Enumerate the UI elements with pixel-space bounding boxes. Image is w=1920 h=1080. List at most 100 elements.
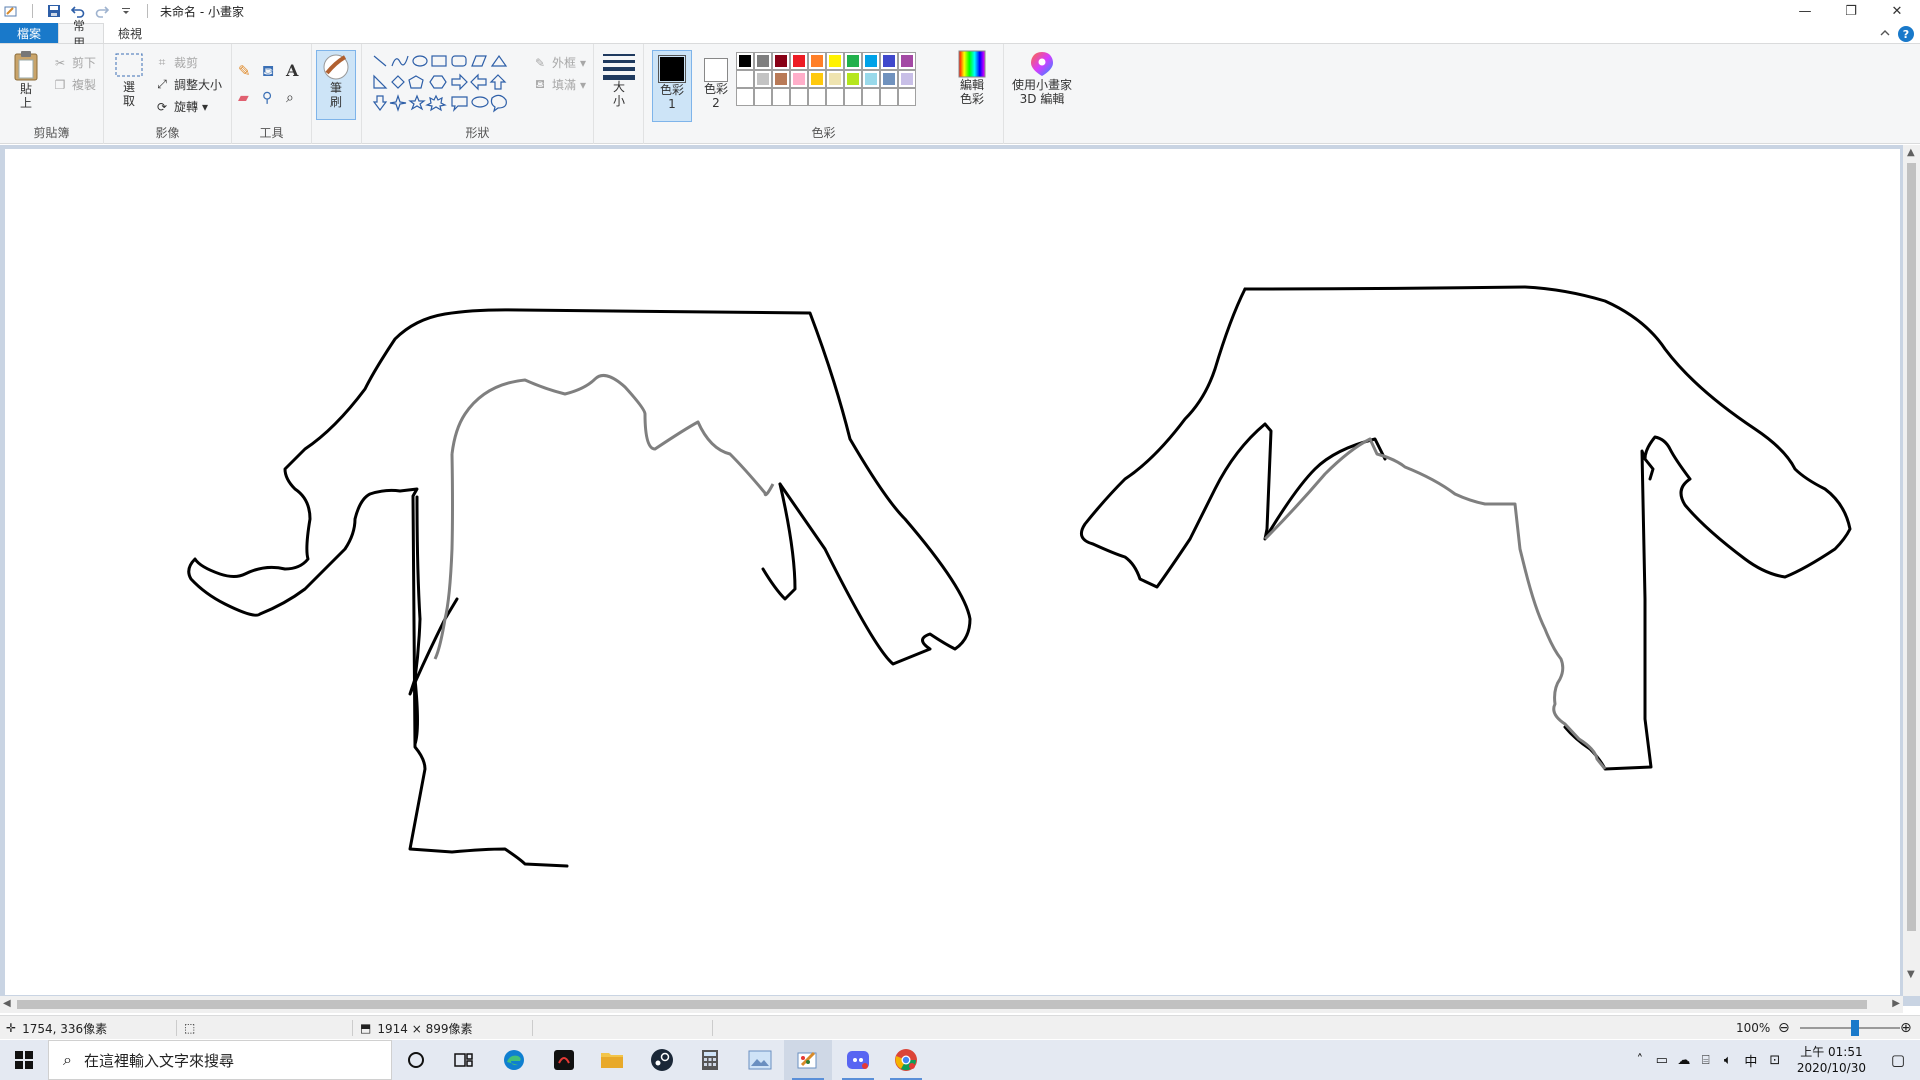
battery-icon[interactable]: ▭ [1651,1053,1673,1068]
palette-swatch[interactable] [772,52,790,70]
palette-empty-swatch[interactable] [808,88,826,106]
eraser-icon[interactable]: ▰ [238,90,249,106]
file-explorer-icon[interactable] [588,1040,636,1080]
size-button[interactable]: 大小 [602,52,636,108]
palette-empty-swatch[interactable] [754,88,772,106]
vertical-scroll-thumb[interactable] [1907,163,1916,931]
start-button[interactable] [0,1040,48,1080]
palette-swatch[interactable] [880,70,898,88]
color1-button[interactable]: 色彩 1 [652,50,692,122]
resize-button[interactable]: ⤢ 調整大小 [154,76,222,93]
scroll-down-icon[interactable]: ▼ [1907,969,1915,980]
palette-swatch[interactable] [880,52,898,70]
palette-swatch[interactable] [790,52,808,70]
input-method-indicator[interactable]: 中 [1739,1051,1763,1070]
edit-colors-button[interactable]: 編輯色彩 [956,50,988,106]
taskbar-search[interactable]: ⌕ 在這裡輸入文字來搜尋 [48,1040,392,1080]
zoom-slider-thumb[interactable] [1851,1020,1859,1036]
discord-icon[interactable] [834,1040,882,1080]
select-button[interactable]: 選取 [112,50,146,108]
show-hidden-icons-icon[interactable]: ˄ [1629,1053,1651,1068]
vertical-scrollbar[interactable]: ▲ ▼ [1903,145,1920,996]
customize-qat-icon[interactable] [117,2,135,20]
palette-empty-swatch[interactable] [772,88,790,106]
palette-empty-swatch[interactable] [898,88,916,106]
rotate-button[interactable]: ⟳ 旋轉 ▾ [154,98,208,115]
color2-button[interactable]: 色彩 2 [698,50,734,122]
palette-empty-swatch[interactable] [862,88,880,106]
palette-empty-swatch[interactable] [880,88,898,106]
tab-view[interactable]: 檢視 [104,23,156,43]
redo-icon[interactable] [93,2,111,20]
palette-swatch[interactable] [898,70,916,88]
pencil-icon[interactable]: ✎ [238,62,251,80]
palette-swatch[interactable] [898,52,916,70]
color-picker-icon[interactable]: ⚲ [262,90,272,106]
photos-icon[interactable] [736,1040,784,1080]
scroll-left-icon[interactable]: ◀ [3,998,11,1009]
paint-taskbar-icon[interactable] [784,1040,832,1080]
zoom-out-icon[interactable]: ⊖ [1778,1016,1790,1040]
palette-swatch[interactable] [862,70,880,88]
collapse-ribbon-icon[interactable] [1880,27,1890,41]
help-icon[interactable]: ? [1898,26,1914,42]
network-icon[interactable]: ⌸ [1695,1053,1717,1068]
palette-empty-swatch[interactable] [790,88,808,106]
horizontal-scrollbar[interactable]: ◀ ▶ [0,996,1903,1013]
paint-app-icon[interactable] [2,2,20,20]
palette-swatch[interactable] [844,70,862,88]
minimize-button[interactable]: — [1782,0,1828,22]
drawing-canvas[interactable] [5,149,1900,995]
palette-swatch[interactable] [790,70,808,88]
tab-home[interactable]: 常用 [58,19,104,50]
palette-swatch[interactable] [826,70,844,88]
tab-file[interactable]: 檔案 [0,23,58,43]
edge-browser-icon[interactable] [490,1040,538,1080]
palette-swatch[interactable] [754,52,772,70]
steam-icon[interactable] [638,1040,686,1080]
paste-icon [14,51,38,81]
ime-mode-icon[interactable]: ⊡ [1763,1053,1787,1068]
paste-button[interactable]: 貼上 [12,50,40,110]
calculator-icon[interactable] [686,1040,734,1080]
palette-empty-swatch[interactable] [736,88,754,106]
palette-swatch[interactable] [754,70,772,88]
brushes-button[interactable]: 筆刷 [316,50,356,120]
cut-button[interactable]: ✂ 剪下 [52,54,96,71]
paint3d-button[interactable]: 使用小畫家 3D 編輯 [1008,50,1076,106]
palette-swatch[interactable] [862,52,880,70]
close-button[interactable]: ✕ [1874,0,1920,22]
horizontal-scroll-thumb[interactable] [17,1000,1867,1009]
copy-button[interactable]: ❐ 複製 [52,76,96,93]
zoom-slider[interactable] [1800,1027,1900,1029]
volume-icon[interactable]: 🔈︎ [1717,1053,1739,1068]
chrome-icon[interactable] [882,1040,930,1080]
palette-swatch[interactable] [844,52,862,70]
notifications-icon[interactable]: ▢ [1876,1051,1920,1069]
outline-button[interactable]: ✎ 外框 ▾ [532,54,586,71]
onedrive-icon[interactable]: ☁ [1673,1053,1695,1068]
magnifier-icon[interactable]: ⌕ [286,90,294,106]
shapes-gallery[interactable] [372,54,524,118]
palette-empty-swatch[interactable] [826,88,844,106]
palette-swatch[interactable] [736,52,754,70]
text-tool-icon[interactable]: A [286,61,298,80]
palette-swatch[interactable] [772,70,790,88]
scroll-up-icon[interactable]: ▲ [1907,147,1915,158]
palette-swatch[interactable] [736,70,754,88]
palette-swatch[interactable] [826,52,844,70]
fill-bucket-icon[interactable]: ⛾ [262,62,274,82]
palette-swatch[interactable] [808,52,826,70]
fill-button[interactable]: ⛾ 填滿 ▾ [532,76,586,93]
palette-swatch[interactable] [808,70,826,88]
save-icon[interactable] [45,2,63,20]
task-view-icon[interactable] [440,1040,488,1080]
restore-button[interactable]: ❐ [1828,0,1874,22]
scroll-right-icon[interactable]: ▶ [1892,998,1900,1009]
clock[interactable]: 上午 01:51 2020/10/30 [1787,1044,1876,1076]
crop-button[interactable]: ⌗ 裁剪 [154,54,198,71]
palette-empty-swatch[interactable] [844,88,862,106]
zoom-in-icon[interactable]: ⊕ [1900,1016,1912,1040]
cortana-icon[interactable] [392,1040,440,1080]
app-icon-red[interactable] [540,1040,588,1080]
